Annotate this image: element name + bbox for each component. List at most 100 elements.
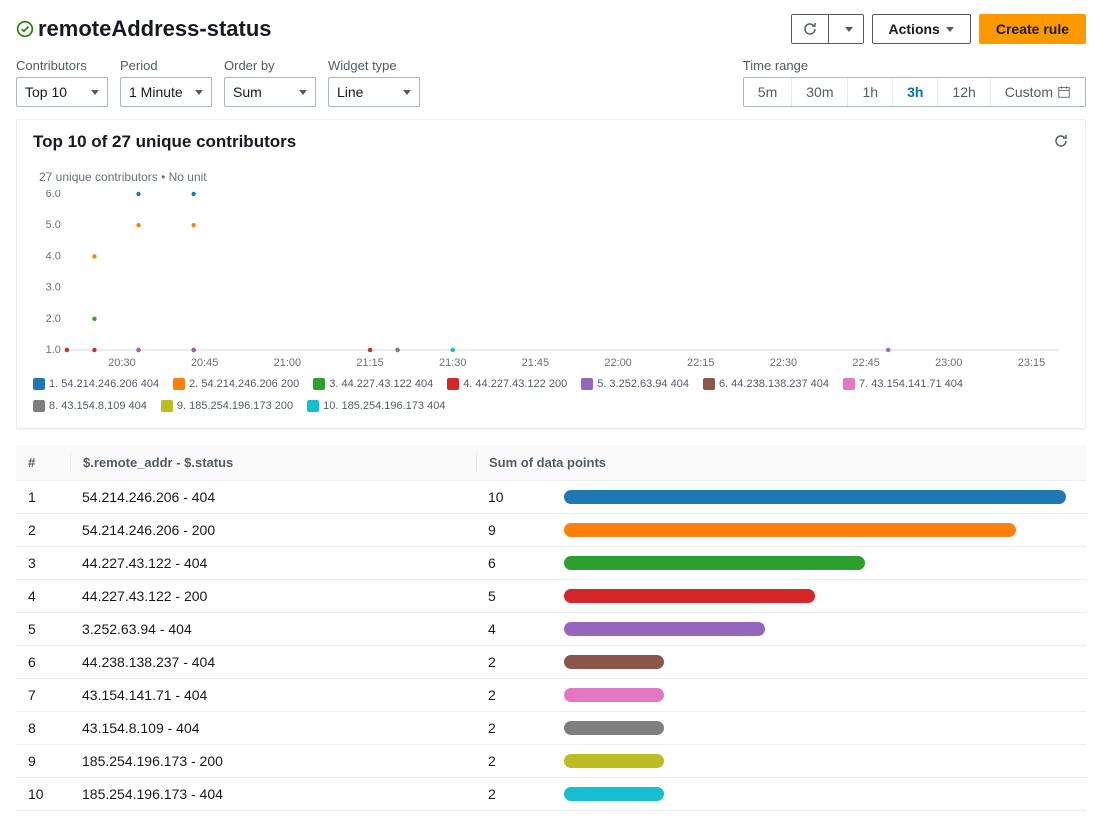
cell-label: 54.214.246.206 - 200 [70,520,476,540]
chart-refresh-button[interactable] [1053,133,1069,152]
widgettype-select[interactable]: Line [328,77,420,107]
legend-swatch [161,400,173,412]
cell-bar [552,719,1086,737]
timerange-label: Time range [743,58,1086,73]
svg-text:23:00: 23:00 [935,357,962,369]
refresh-button[interactable] [792,15,828,43]
svg-text:5.0: 5.0 [46,219,61,231]
legend-item[interactable]: 1. 54.214.246.206 404 [33,378,159,390]
cell-value: 2 [476,718,552,738]
create-rule-label: Create rule [996,21,1069,37]
legend-swatch [307,400,319,412]
table-row: 344.227.43.122 - 4046 [16,547,1086,580]
cell-rank: 2 [16,520,70,540]
cell-value: 5 [476,586,552,606]
legend-label: 7. 43.154.141.71 404 [859,378,963,390]
svg-text:21:30: 21:30 [439,357,466,369]
timerange-option-5m[interactable]: 5m [744,78,791,106]
cell-rank: 3 [16,553,70,573]
cell-bar [552,686,1086,704]
legend-swatch [173,378,185,390]
svg-text:6.0: 6.0 [46,190,61,200]
legend-label: 8. 43.154.8.109 404 [49,400,147,412]
refresh-icon [1053,133,1069,149]
legend-swatch [33,378,45,390]
timerange-option-3h[interactable]: 3h [892,78,937,106]
timerange-option-1h[interactable]: 1h [847,78,892,106]
legend-item[interactable]: 3. 44.227.43.122 404 [313,378,433,390]
legend-label: 1. 54.214.246.206 404 [49,378,159,390]
legend-swatch [843,378,855,390]
status-ok-icon [16,20,34,38]
cell-rank: 10 [16,784,70,804]
period-select[interactable]: 1 Minute [120,77,212,107]
legend-item[interactable]: 9. 185.254.196.173 200 [161,400,293,412]
cell-label: 185.254.196.173 - 404 [70,784,476,804]
cell-label: 185.254.196.173 - 200 [70,751,476,771]
contributors-chart: 1.02.03.04.05.06.020:3020:4521:0021:1521… [33,190,1069,370]
cell-label: 3.252.63.94 - 404 [70,619,476,639]
legend-item[interactable]: 10. 185.254.196.173 404 [307,400,445,412]
cell-value: 2 [476,751,552,771]
refresh-split-button[interactable] [791,14,864,44]
cell-value: 10 [476,487,552,507]
refresh-options-button[interactable] [828,15,863,43]
svg-text:1.0: 1.0 [46,344,61,356]
table-row: 10185.254.196.173 - 4042 [16,778,1086,811]
svg-text:2.0: 2.0 [46,313,61,325]
orderby-select[interactable]: Sum [224,77,316,107]
cell-label: 44.227.43.122 - 404 [70,553,476,573]
page-title-group: remoteAddress-status [16,16,272,42]
svg-text:21:45: 21:45 [522,357,549,369]
table-row: 444.227.43.122 - 2005 [16,580,1086,613]
chart-title: Top 10 of 27 unique contributors [33,132,296,152]
chart-legend: 1. 54.214.246.206 404 2. 54.214.246.206 2… [33,378,1069,412]
contributors-label: Contributors [16,58,108,73]
legend-item[interactable]: 8. 43.154.8.109 404 [33,400,147,412]
timerange-option-custom[interactable]: Custom [990,78,1085,106]
actions-button[interactable]: Actions [872,14,971,44]
table-row: 743.154.141.71 - 4042 [16,679,1086,712]
col-rank: # [16,453,70,472]
legend-item[interactable]: 6. 44.238.138.237 404 [703,378,829,390]
calendar-icon [1057,85,1071,99]
legend-swatch [33,400,45,412]
refresh-icon [802,21,818,37]
table-row: 154.214.246.206 - 40410 [16,481,1086,514]
svg-text:22:45: 22:45 [852,357,879,369]
timerange-option-12h[interactable]: 12h [937,78,989,106]
contributors-table: # $.remote_addr - $.status Sum of data p… [16,445,1086,811]
cell-value: 2 [476,784,552,804]
table-row: 254.214.246.206 - 2009 [16,514,1086,547]
cell-rank: 9 [16,751,70,771]
cell-rank: 1 [16,487,70,507]
legend-item[interactable]: 5. 3.252.63.94 404 [581,378,689,390]
cell-label: 43.154.141.71 - 404 [70,685,476,705]
cell-label: 43.154.8.109 - 404 [70,718,476,738]
cell-bar [552,752,1086,770]
table-row: 644.238.138.237 - 4042 [16,646,1086,679]
create-rule-button[interactable]: Create rule [979,14,1086,44]
chart-subtitle: 27 unique contributors • No unit [39,170,1069,184]
legend-swatch [703,378,715,390]
svg-text:22:15: 22:15 [687,357,714,369]
cell-rank: 6 [16,652,70,672]
legend-swatch [581,378,593,390]
table-header-row: # $.remote_addr - $.status Sum of data p… [16,445,1086,481]
legend-item[interactable]: 7. 43.154.141.71 404 [843,378,963,390]
cell-rank: 7 [16,685,70,705]
col-label: $.remote_addr - $.status [70,453,476,472]
cell-bar [552,785,1086,803]
cell-label: 44.238.138.237 - 404 [70,652,476,672]
legend-item[interactable]: 4. 44.227.43.122 200 [447,378,567,390]
legend-label: 2. 54.214.246.206 200 [189,378,299,390]
timerange-option-30m[interactable]: 30m [791,78,847,106]
cell-bar [552,620,1086,638]
legend-swatch [313,378,325,390]
svg-text:20:30: 20:30 [108,357,135,369]
cell-rank: 5 [16,619,70,639]
legend-item[interactable]: 2. 54.214.246.206 200 [173,378,299,390]
contributors-select[interactable]: Top 10 [16,77,108,107]
table-row: 843.154.8.109 - 4042 [16,712,1086,745]
cell-bar [552,521,1086,539]
